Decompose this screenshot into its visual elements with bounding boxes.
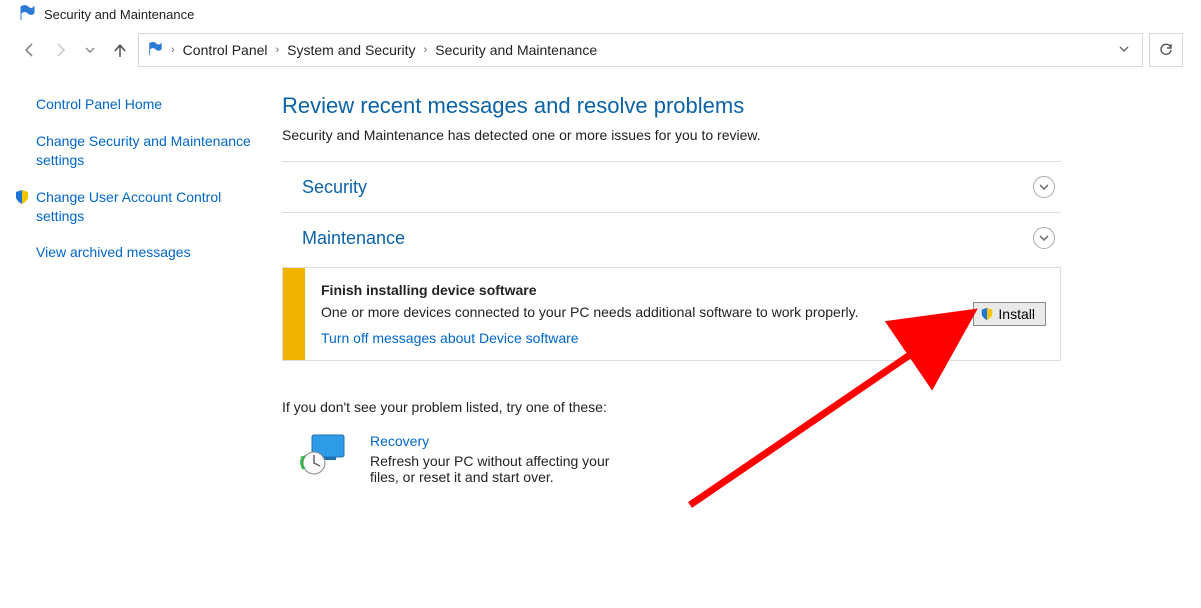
alert-description: One or more devices connected to your PC…: [321, 304, 959, 320]
breadcrumb-item[interactable]: System and Security: [287, 42, 415, 58]
refresh-button[interactable]: [1149, 33, 1183, 67]
chevron-down-icon: [1033, 176, 1055, 198]
page-subtitle: Security and Maintenance has detected on…: [282, 127, 1061, 143]
chevron-right-icon[interactable]: ›: [274, 44, 282, 56]
section-title: Security: [302, 177, 367, 198]
shield-icon: [14, 189, 30, 205]
chevron-right-icon[interactable]: ›: [169, 44, 177, 56]
maintenance-section-header[interactable]: Maintenance: [282, 213, 1061, 263]
sidebar-item-uac[interactable]: Change User Account Control settings: [36, 188, 256, 226]
breadcrumb-item[interactable]: Security and Maintenance: [435, 42, 597, 58]
chevron-down-icon: [1033, 227, 1055, 249]
sidebar: Control Panel Home Change Security and M…: [0, 75, 270, 515]
main-content: Review recent messages and resolve probl…: [270, 75, 1201, 515]
sidebar-item-change-security[interactable]: Change Security and Maintenance settings: [36, 132, 256, 170]
turn-off-messages-link[interactable]: Turn off messages about Device software: [321, 330, 579, 346]
chevron-right-icon[interactable]: ›: [422, 44, 430, 56]
recovery-link[interactable]: Recovery: [370, 433, 429, 449]
back-button[interactable]: [18, 38, 42, 62]
page-title: Review recent messages and resolve probl…: [282, 93, 1061, 119]
sidebar-item-label: Change User Account Control settings: [36, 189, 221, 224]
install-button-label: Install: [998, 306, 1035, 322]
up-button[interactable]: [108, 38, 132, 62]
recovery-icon: [298, 433, 350, 480]
nav-row: › Control Panel › System and Security › …: [0, 33, 1201, 75]
hint-text: If you don't see your problem listed, tr…: [282, 399, 1061, 415]
recovery-block: Recovery Refresh your PC without affecti…: [282, 433, 1061, 485]
window-titlebar: Security and Maintenance: [0, 0, 1201, 33]
window-title: Security and Maintenance: [44, 7, 194, 22]
address-bar[interactable]: › Control Panel › System and Security › …: [138, 33, 1143, 67]
section-title: Maintenance: [302, 228, 405, 249]
address-dropdown[interactable]: [1114, 42, 1134, 58]
flag-icon: [147, 41, 163, 60]
alert-stripe: [283, 268, 305, 360]
recovery-description: Refresh your PC without affecting your f…: [370, 453, 620, 485]
recent-dropdown[interactable]: [78, 38, 102, 62]
security-section-header[interactable]: Security: [282, 162, 1061, 212]
breadcrumb-item[interactable]: Control Panel: [183, 42, 268, 58]
flag-icon: [18, 4, 36, 25]
alert-title: Finish installing device software: [321, 282, 959, 298]
sidebar-item-home[interactable]: Control Panel Home: [36, 95, 256, 114]
forward-button[interactable]: [48, 38, 72, 62]
shield-icon: [980, 307, 994, 321]
sidebar-item-archived[interactable]: View archived messages: [36, 243, 256, 262]
install-button[interactable]: Install: [973, 302, 1046, 326]
maintenance-alert: Finish installing device software One or…: [282, 267, 1061, 361]
